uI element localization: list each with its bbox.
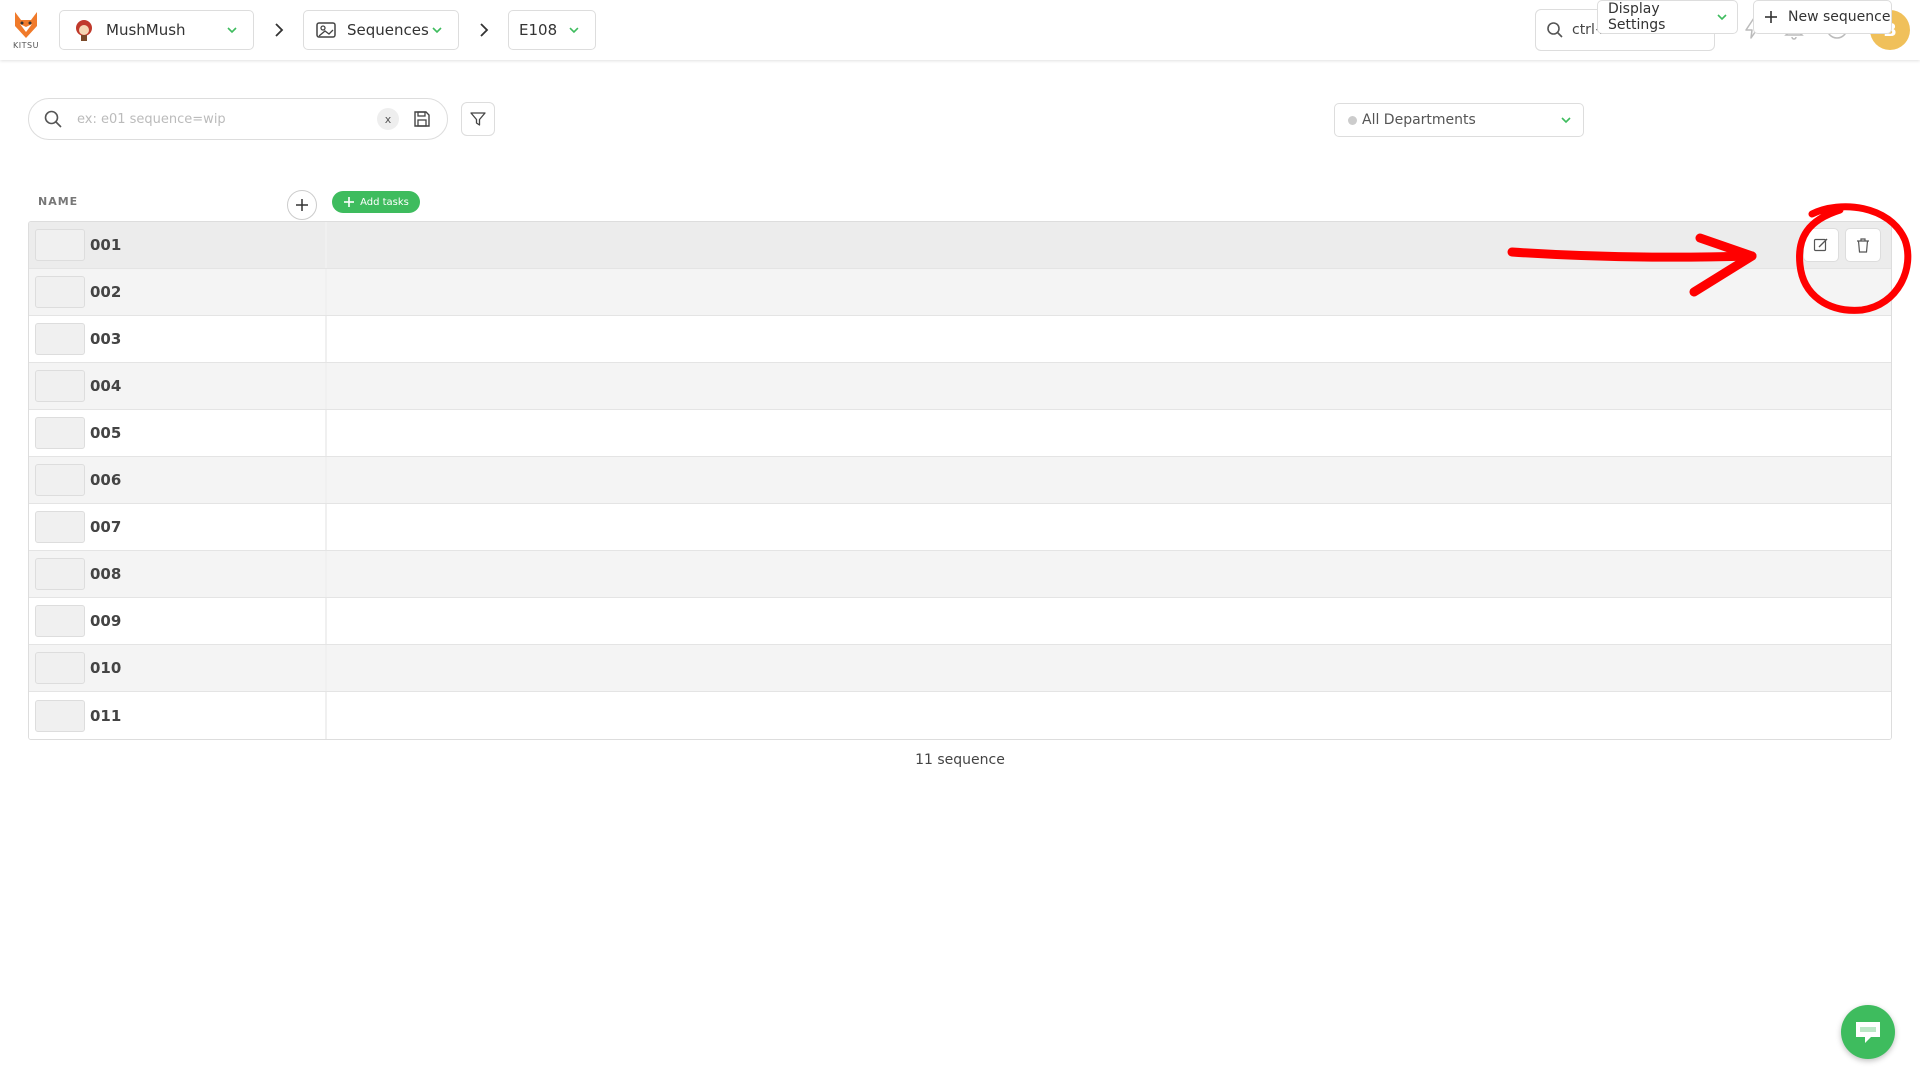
name-cell: 009 [29, 598, 327, 644]
chevron-right-icon [480, 23, 489, 37]
display-settings-label: Display Settings [1608, 1, 1666, 33]
table-row[interactable]: 002 [29, 269, 1891, 316]
chevron-down-icon [432, 27, 442, 34]
sequence-name[interactable]: 001 [90, 236, 121, 254]
chat-icon [1856, 1022, 1880, 1043]
episode-name: E108 [519, 21, 558, 39]
table-row[interactable]: 009 [29, 598, 1891, 645]
sequence-name[interactable]: 011 [90, 707, 121, 725]
name-cell: 001 [29, 222, 327, 268]
production-avatar-icon [76, 20, 92, 41]
table-row[interactable]: 010 [29, 645, 1891, 692]
table-row[interactable]: 011 [29, 692, 1891, 739]
name-column-header[interactable]: NAME [38, 195, 78, 208]
sequence-count: 11 sequence [915, 752, 1005, 768]
thumbnail-placeholder[interactable] [35, 558, 85, 590]
sequence-name[interactable]: 008 [90, 565, 121, 583]
chevron-down-icon [1561, 117, 1571, 124]
thumbnail-placeholder[interactable] [35, 323, 85, 355]
thumbnail-placeholder[interactable] [35, 605, 85, 637]
new-sequence-label: New sequence [1788, 9, 1891, 25]
section-selector[interactable]: Sequences [303, 10, 459, 50]
image-icon [316, 22, 336, 38]
edit-button[interactable] [1803, 228, 1839, 262]
table-row[interactable]: 001 [29, 222, 1891, 269]
sequence-name[interactable]: 005 [90, 424, 121, 442]
name-cell: 008 [29, 551, 327, 597]
name-cell: 007 [29, 504, 327, 550]
search-icon [1547, 22, 1563, 38]
table-row[interactable]: 007 [29, 504, 1891, 551]
sequence-name[interactable]: 010 [90, 659, 121, 677]
chevron-down-icon [227, 27, 237, 34]
episode-selector[interactable]: E108 [508, 10, 596, 50]
chevron-right-icon [275, 23, 284, 37]
sequence-name[interactable]: 009 [90, 612, 121, 630]
name-cell: 003 [29, 316, 327, 362]
new-sequence-button[interactable]: New sequence [1753, 0, 1892, 34]
table-row[interactable]: 003 [29, 316, 1891, 363]
table-row[interactable]: 005 [29, 410, 1891, 457]
chevron-down-icon [1717, 14, 1727, 21]
thumbnail-placeholder[interactable] [35, 511, 85, 543]
save-search-icon[interactable] [413, 110, 431, 128]
sequence-name[interactable]: 006 [90, 471, 121, 489]
sequence-search-input[interactable] [77, 111, 377, 127]
sequence-table: 001 002 003 004 005 006 007 008 009 010 … [28, 221, 1892, 740]
production-name: MushMush [106, 21, 186, 39]
thumbnail-placeholder[interactable] [35, 464, 85, 496]
sequence-name[interactable]: 002 [90, 283, 121, 301]
name-cell: 005 [29, 410, 327, 456]
display-settings-button[interactable]: Display Settings [1597, 0, 1738, 34]
chevron-down-icon [569, 27, 579, 34]
filter-button[interactable] [461, 102, 495, 136]
name-cell: 006 [29, 457, 327, 503]
sequence-search-box: x [28, 98, 448, 140]
production-selector[interactable]: MushMush [59, 10, 254, 50]
add-tasks-label: Add tasks [360, 196, 409, 208]
name-cell: 002 [29, 269, 327, 315]
chat-button[interactable] [1841, 1005, 1895, 1059]
filter-icon [470, 112, 486, 126]
department-color-dot [1348, 115, 1357, 125]
table-row[interactable]: 004 [29, 363, 1891, 410]
name-cell: 004 [29, 363, 327, 409]
plus-icon [344, 197, 355, 207]
add-column-button[interactable] [287, 190, 317, 220]
name-cell: 010 [29, 645, 327, 691]
logo-text: KITSU [13, 41, 39, 50]
add-tasks-button[interactable]: Add tasks [332, 191, 420, 213]
table-row[interactable]: 006 [29, 457, 1891, 504]
thumbnail-placeholder[interactable] [35, 417, 85, 449]
trash-icon [1857, 238, 1869, 253]
sequence-name[interactable]: 003 [90, 330, 121, 348]
plus-icon [1765, 11, 1777, 23]
name-cell: 011 [29, 692, 327, 739]
sequence-name[interactable]: 007 [90, 518, 121, 536]
kitsu-logo[interactable]: KITSU [12, 10, 40, 52]
delete-button[interactable] [1845, 228, 1881, 262]
search-icon [44, 110, 62, 128]
plus-icon [296, 199, 308, 211]
thumbnail-placeholder[interactable] [35, 276, 85, 308]
section-name: Sequences [347, 21, 429, 39]
thumbnail-placeholder[interactable] [35, 652, 85, 684]
sequence-name[interactable]: 004 [90, 377, 121, 395]
department-filter-select[interactable]: All Departments [1334, 103, 1584, 137]
thumbnail-placeholder[interactable] [35, 370, 85, 402]
thumbnail-placeholder[interactable] [35, 229, 85, 261]
clear-search-button[interactable]: x [377, 108, 399, 130]
department-filter-value: All Departments [1362, 112, 1476, 128]
table-row[interactable]: 008 [29, 551, 1891, 598]
thumbnail-placeholder[interactable] [35, 699, 85, 732]
edit-icon [1813, 238, 1828, 252]
row-actions [1803, 228, 1881, 262]
fox-icon [15, 12, 37, 38]
